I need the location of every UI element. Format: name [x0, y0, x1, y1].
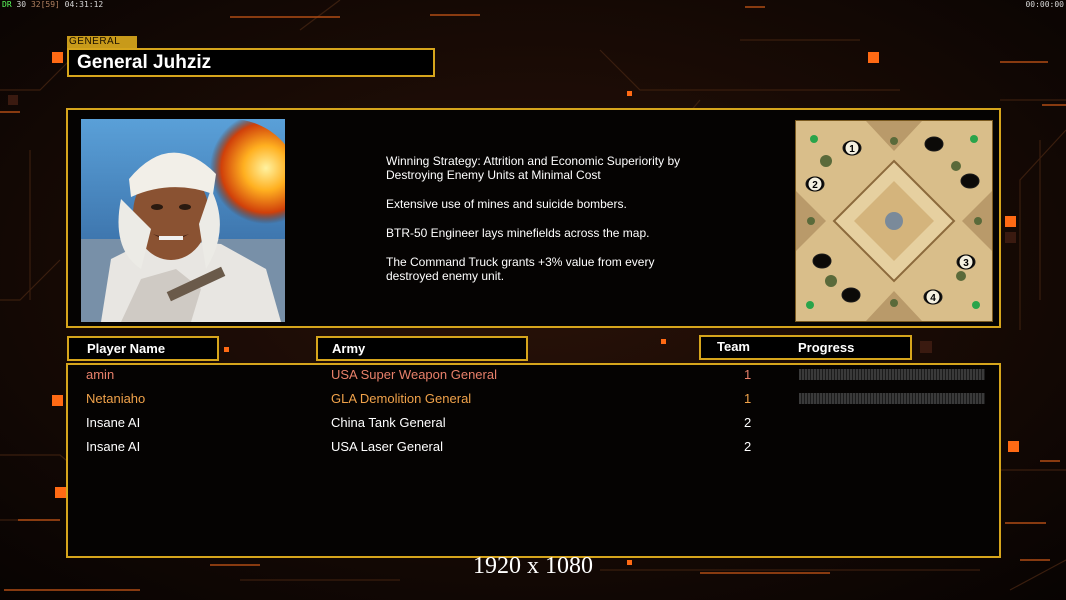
- player-row: Insane AI USA Laser General 2: [68, 436, 999, 458]
- player-team: 1: [744, 391, 752, 406]
- player-army: GLA Demolition General: [331, 391, 472, 406]
- player-name: Insane AI: [86, 439, 141, 454]
- start-position-4: 4: [930, 293, 936, 304]
- start-position-1: 1: [849, 144, 855, 155]
- start-position-2: 2: [812, 180, 818, 191]
- strategy-line: BTR-50 Engineer lays minefields across t…: [386, 226, 650, 240]
- hud-status: DR 30 32[59] 04:31:12: [2, 0, 103, 9]
- header-team-progress: Team Progress: [699, 335, 912, 360]
- hud-game-timer: 00:00:00: [1025, 0, 1064, 9]
- start-position-3: 3: [963, 258, 969, 269]
- player-progress-bar: [799, 369, 985, 380]
- hud-clock: 04:31:12: [64, 0, 104, 9]
- player-team: 2: [744, 439, 752, 454]
- player-team: 1: [744, 367, 752, 382]
- header-team: Team: [717, 339, 750, 354]
- hud-indicator: DR: [2, 0, 12, 9]
- player-row: Insane AI China Tank General 2: [68, 412, 999, 434]
- player-name: amin: [86, 367, 115, 382]
- player-progress-bar: [799, 393, 985, 404]
- player-army: China Tank General: [331, 415, 446, 430]
- player-army: USA Laser General: [331, 439, 444, 454]
- resolution-label: 1920 x 1080: [473, 553, 593, 579]
- map-preview: 1 2 3 4: [795, 120, 993, 322]
- player-name: Insane AI: [86, 415, 141, 430]
- strategy-line: Extensive use of mines and suicide bombe…: [386, 197, 627, 211]
- header-progress: Progress: [798, 340, 855, 355]
- general-name: General Juhziz: [77, 52, 212, 73]
- section-tag: GENERAL: [67, 36, 137, 48]
- general-title: General Juhziz: [67, 48, 435, 77]
- player-army: USA Super Weapon General: [331, 367, 497, 382]
- general-portrait: [81, 119, 285, 322]
- header-player-name: Player Name: [67, 336, 219, 361]
- player-team: 2: [744, 415, 752, 430]
- hud-fps: 30: [16, 0, 27, 9]
- player-row: amin USA Super Weapon General 1: [68, 364, 999, 386]
- general-strategy-text: Winning Strategy: Attrition and Economic…: [386, 154, 726, 298]
- player-row: Netaniaho GLA Demolition General 1: [68, 388, 999, 410]
- strategy-line: Winning Strategy: Attrition and Economic…: [386, 154, 681, 182]
- player-name: Netaniaho: [86, 391, 146, 406]
- header-army: Army: [316, 336, 528, 361]
- hud-frame: 32[59]: [30, 0, 60, 9]
- general-info-panel: Winning Strategy: Attrition and Economic…: [66, 108, 1001, 328]
- players-list: amin USA Super Weapon General 1 Netaniah…: [66, 363, 1001, 558]
- strategy-line: The Command Truck grants +3% value from …: [386, 255, 655, 283]
